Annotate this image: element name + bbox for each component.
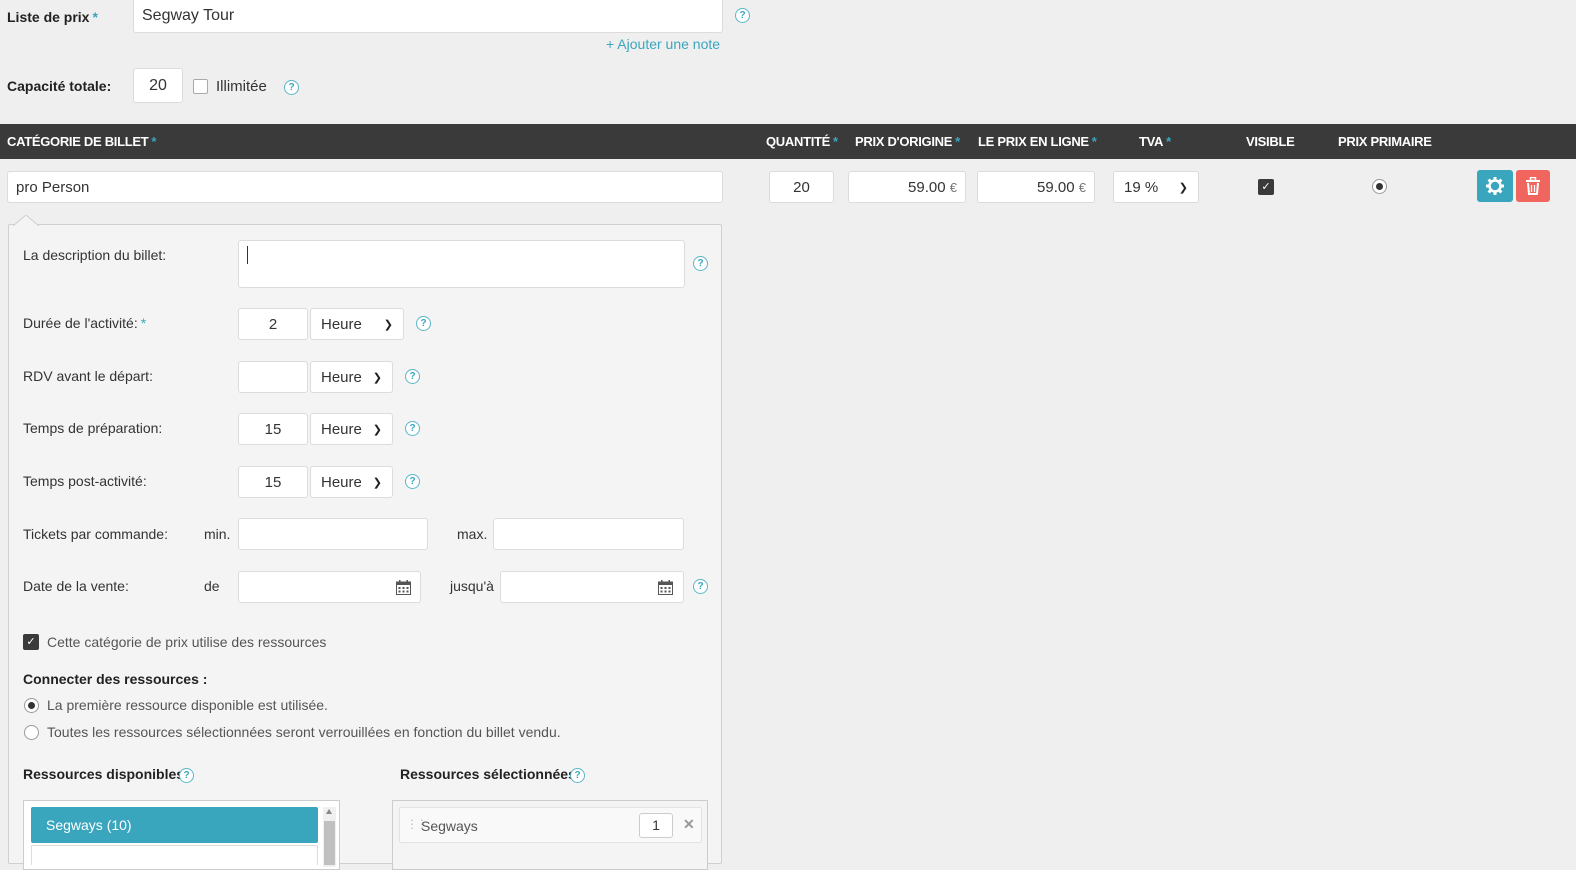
lock-all-label: Toutes les ressources sélectionnées sero…: [47, 724, 561, 740]
header-quantity: QUANTITÉ *: [766, 134, 838, 149]
available-resources-list: Segways (10): [23, 800, 340, 870]
header-online-price: LE PRIX EN LIGNE *: [978, 134, 1097, 149]
header-category: CATÉGORIE DE BILLET *: [7, 134, 157, 149]
meeting-label: RDV avant le départ:: [23, 368, 153, 384]
visible-checkbox[interactable]: ✓: [1258, 179, 1274, 195]
primary-price-radio[interactable]: [1372, 179, 1387, 194]
panel-caret: [13, 215, 39, 226]
ticket-table-header: CATÉGORIE DE BILLET * QUANTITÉ * PRIX D'OR…: [0, 124, 1576, 159]
chevron-down-icon: ❯: [372, 476, 382, 489]
header-vat: TVA *: [1139, 134, 1171, 149]
chevron-down-icon: ❯: [372, 423, 382, 436]
preparation-unit-select[interactable]: Heure ❯: [310, 413, 393, 445]
capacity-label: Capacité totale:: [7, 78, 112, 94]
resource-quantity-input[interactable]: 1: [639, 813, 673, 838]
sale-date-from-input[interactable]: [238, 571, 421, 603]
delete-button[interactable]: [1516, 170, 1550, 202]
sale-date-label: Date de la vente:: [23, 578, 129, 594]
calendar-icon[interactable]: [396, 580, 411, 595]
original-price-input[interactable]: 59.00 €: [848, 171, 966, 203]
tickets-per-order-label: Tickets par commande:: [23, 526, 168, 542]
preparation-help-icon[interactable]: ?: [405, 421, 420, 436]
selected-resource-item[interactable]: ⋮⋮ Segways 1 ✕: [399, 807, 702, 843]
calendar-icon[interactable]: [658, 580, 673, 595]
meeting-unit-select[interactable]: Heure ❯: [310, 361, 393, 393]
ticket-details-panel: La description du billet: ? Durée de l'a…: [8, 215, 722, 870]
chevron-down-icon: ❯: [383, 318, 393, 331]
max-tickets-input[interactable]: [493, 518, 684, 550]
selected-resources-label: Ressources sélectionnées: [400, 766, 576, 782]
duration-unit-select[interactable]: Heure ❯: [310, 308, 404, 340]
duration-label: Durée de l'activité: *: [23, 315, 147, 331]
text-cursor: [247, 246, 248, 264]
preparation-input[interactable]: 15: [238, 413, 308, 445]
available-resource-item[interactable]: Segways (10): [31, 807, 318, 843]
uses-resources-checkbox[interactable]: ✓: [23, 634, 39, 650]
sale-date-until-input[interactable]: [500, 571, 684, 603]
post-activity-unit-select[interactable]: Heure ❯: [310, 466, 393, 498]
meeting-input[interactable]: [238, 361, 308, 393]
selected-resources-list: ⋮⋮ Segways 1 ✕: [392, 800, 708, 870]
remove-icon[interactable]: ✕: [683, 816, 695, 833]
post-activity-label: Temps post-activité:: [23, 473, 147, 489]
selected-resource-name: Segways: [421, 818, 478, 834]
price-list-help-icon[interactable]: ?: [735, 8, 750, 23]
ticket-quantity-input[interactable]: 20: [769, 171, 834, 203]
price-list-label: Liste de prix *: [7, 9, 98, 25]
capacity-help-icon[interactable]: ?: [284, 80, 299, 95]
scroll-up-icon[interactable]: [326, 809, 332, 814]
header-original-price: PRIX D'ORIGINE *: [855, 134, 960, 149]
chevron-down-icon: ❯: [1178, 181, 1188, 194]
sale-date-help-icon[interactable]: ?: [693, 579, 708, 594]
description-textarea[interactable]: [238, 240, 685, 288]
uses-resources-label: Cette catégorie de prix utilise des ress…: [47, 634, 327, 650]
duration-help-icon[interactable]: ?: [416, 316, 431, 331]
unlimited-label: Illimitée: [216, 78, 267, 95]
post-activity-help-icon[interactable]: ?: [405, 474, 420, 489]
add-note-link[interactable]: + Ajouter une note: [606, 36, 720, 52]
description-help-icon[interactable]: ?: [693, 256, 708, 271]
connect-resources-label: Connecter des ressources :: [23, 671, 208, 687]
from-label: de: [204, 578, 220, 594]
price-list-input[interactable]: Segway Tour: [133, 0, 723, 33]
preparation-label: Temps de préparation:: [23, 420, 163, 436]
chevron-down-icon: ❯: [372, 371, 382, 384]
first-available-label: La première ressource disponible est uti…: [47, 697, 328, 713]
lock-all-radio[interactable]: [24, 725, 39, 740]
selected-resources-help-icon[interactable]: ?: [570, 768, 585, 783]
description-label: La description du billet:: [23, 247, 167, 263]
duration-input[interactable]: 2: [238, 308, 308, 340]
scrollbar-thumb[interactable]: [324, 821, 335, 865]
header-visible: VISIBLE: [1246, 134, 1295, 149]
max-label: max.: [457, 526, 488, 542]
ticket-category-input[interactable]: pro Person: [7, 171, 723, 203]
capacity-input[interactable]: 20: [133, 68, 183, 103]
until-label: jusqu'à: [450, 578, 494, 594]
gear-icon: [1486, 177, 1504, 195]
online-price-input[interactable]: 59.00 €: [977, 171, 1095, 203]
unlimited-checkbox[interactable]: [193, 79, 208, 94]
header-primary-price: PRIX PRIMAIRE: [1338, 134, 1432, 149]
trash-icon: [1526, 177, 1540, 195]
settings-button[interactable]: [1477, 170, 1513, 202]
post-activity-input[interactable]: 15: [238, 466, 308, 498]
list-item[interactable]: [31, 845, 318, 865]
first-available-radio[interactable]: [24, 698, 39, 713]
vat-select[interactable]: 19 % ❯: [1113, 171, 1199, 203]
min-tickets-input[interactable]: [238, 518, 428, 550]
min-label: min.: [204, 526, 231, 542]
scrollbar[interactable]: [323, 807, 336, 867]
available-resources-help-icon[interactable]: ?: [179, 768, 194, 783]
available-resources-label: Ressources disponibles: [23, 766, 185, 782]
meeting-help-icon[interactable]: ?: [405, 369, 420, 384]
